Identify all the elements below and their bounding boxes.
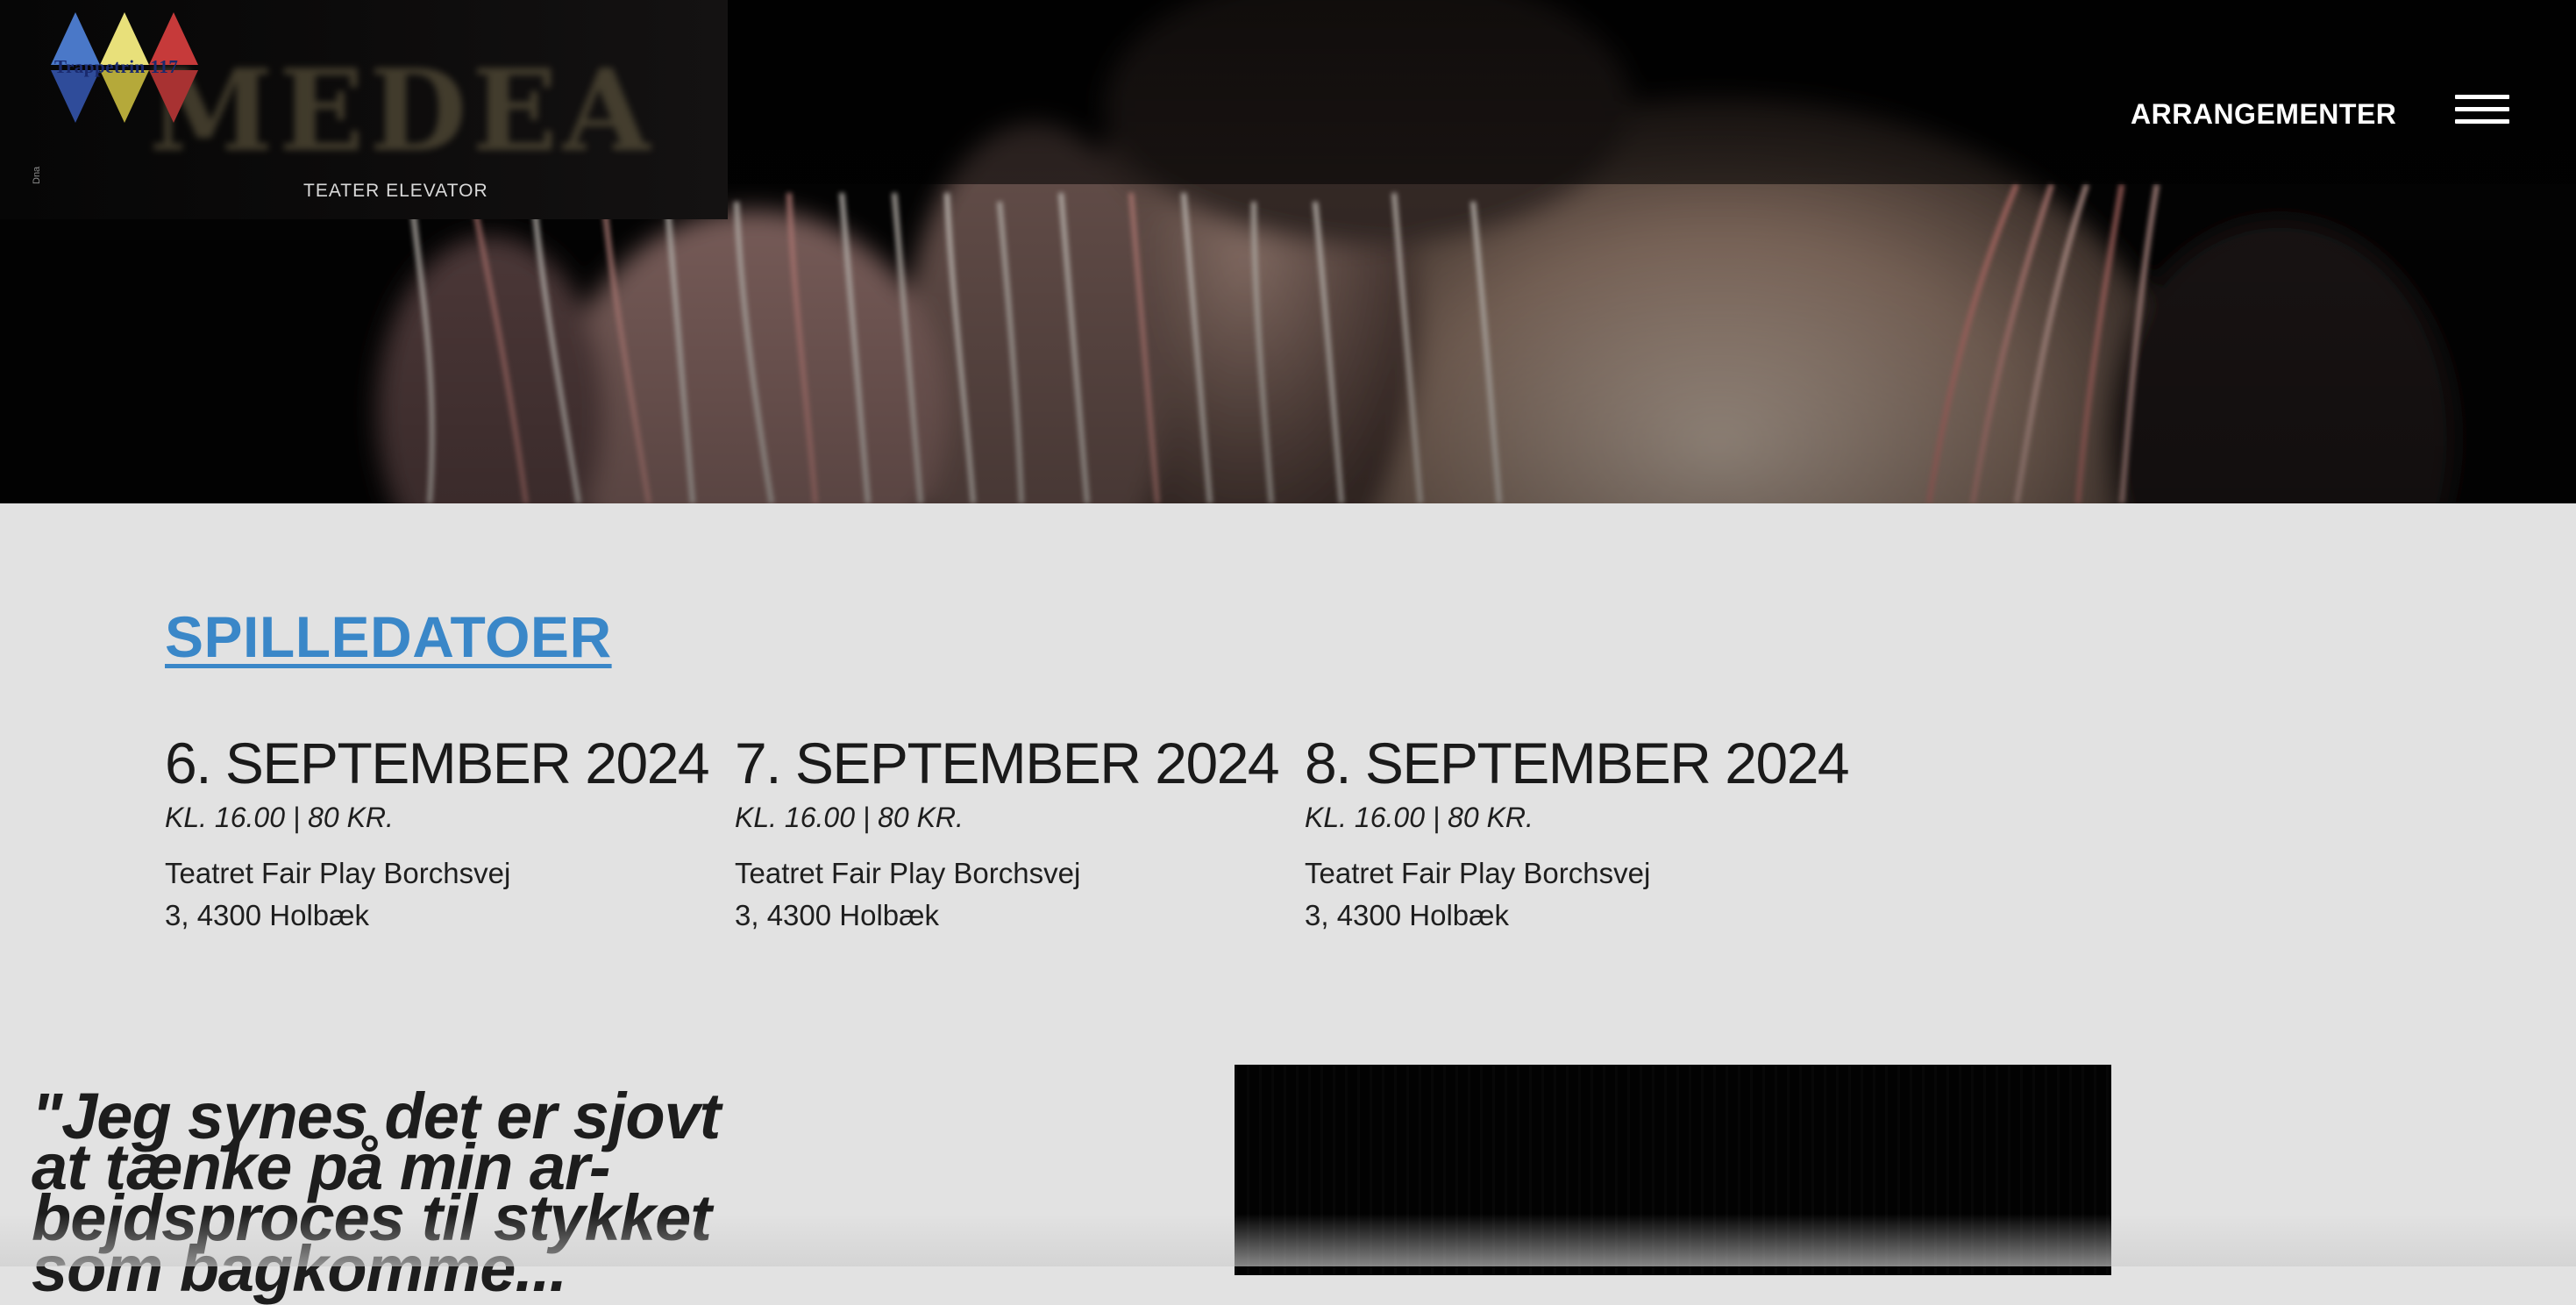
date-card: 6. SEPTEMBER 2024 KL. 16.00 | 80 KR. Tea… [165, 728, 710, 937]
date-venue: Teatret Fair Play Borchsvej 3, 4300 Holb… [735, 857, 1081, 931]
video-player[interactable] [1235, 1065, 2111, 1275]
header-backdrop [728, 0, 2576, 184]
menu-bar [2455, 95, 2509, 99]
menu-bar [2455, 107, 2509, 111]
section-title-spilledatoer[interactable]: SPILLEDATOER [165, 603, 612, 670]
date-venue: Teatret Fair Play Borchsvej 3, 4300 Holb… [1305, 857, 1651, 931]
poster-subtitle: TEATER ELEVATOR [303, 181, 488, 201]
logo-text: Trappetrin 117 [54, 56, 179, 77]
poster-side-text: Dna [32, 166, 42, 184]
date-heading: 6. SEPTEMBER 2024 [165, 731, 710, 795]
date-heading: 7. SEPTEMBER 2024 [735, 731, 1280, 795]
video-frame [1235, 1065, 2111, 1275]
date-card: 8. SEPTEMBER 2024 KL. 16.00 | 80 KR. Tea… [1305, 728, 1850, 937]
date-venue: Teatret Fair Play Borchsvej 3, 4300 Holb… [165, 857, 511, 931]
date-time-price: KL. 16.00 | 80 KR. [1305, 802, 1534, 833]
nav-link-arrangementer[interactable]: ARRANGEMENTER [2131, 98, 2396, 131]
hamburger-menu-icon[interactable] [2455, 91, 2511, 128]
pull-quote: "Jeg synes det er sjovt at tænke på min … [32, 1080, 721, 1305]
site-logo[interactable]: Trappetrin 117 [0, 0, 228, 140]
date-card: 7. SEPTEMBER 2024 KL. 16.00 | 80 KR. Tea… [735, 728, 1280, 937]
date-time-price: KL. 16.00 | 80 KR. [165, 802, 394, 833]
menu-bar [2455, 119, 2509, 124]
date-heading: 8. SEPTEMBER 2024 [1305, 731, 1850, 795]
date-time-price: KL. 16.00 | 80 KR. [735, 802, 964, 833]
hero-banner: MEDEA TEATER ELEVATOR Dna Trappetrin 117… [0, 0, 2576, 503]
